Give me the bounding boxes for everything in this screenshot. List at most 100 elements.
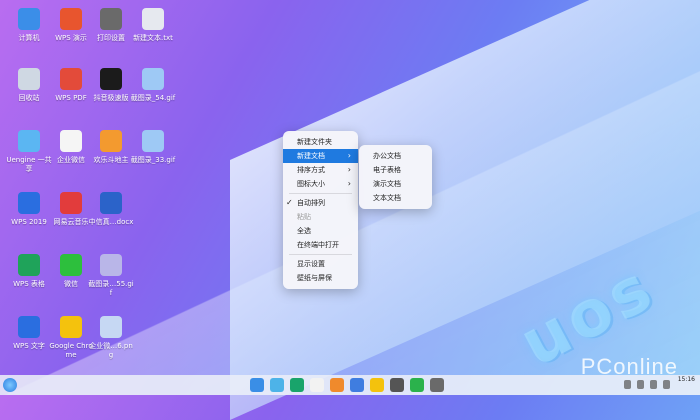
image-file-icon (142, 130, 164, 152)
docx-file-icon (100, 192, 122, 214)
context-menu-item[interactable]: 新建文档 › (283, 149, 358, 163)
tray-volume-icon[interactable] (637, 380, 644, 389)
chevron-right-icon: › (347, 179, 351, 188)
context-menu-item-label: 粘贴 (297, 213, 311, 221)
chrome-icon (60, 316, 82, 338)
context-menu-item-label: 新建文件夹 (297, 138, 332, 146)
game-icon (100, 130, 122, 152)
image-file-icon (142, 68, 164, 90)
desktop-icon-label: WPS 表格 (13, 280, 45, 288)
menu-separator (289, 193, 352, 194)
desktop-icon[interactable]: WPS 文字 (6, 316, 52, 351)
desktop-icon[interactable]: 截图录…55.gif (88, 254, 134, 298)
menu-separator (289, 254, 352, 255)
chevron-right-icon: › (347, 151, 351, 160)
tray-battery-icon[interactable] (650, 380, 657, 389)
settings-icon[interactable] (350, 378, 364, 392)
wps-presentation-icon (60, 8, 82, 30)
douyin-icon (100, 68, 122, 90)
context-menu-item-label: 图标大小 (297, 180, 325, 188)
desktop-icon[interactable]: 欢乐斗地主 (88, 130, 134, 165)
image-file-icon (100, 254, 122, 276)
desktop-icon[interactable]: 中信真…docx (88, 192, 134, 227)
new-document-submenu: 办公文档 电子表格 演示文档 文本文档 (359, 145, 432, 209)
app-store-icon[interactable] (330, 378, 344, 392)
computer-icon (18, 8, 40, 30)
desktop-icon-label: WPS 2019 (11, 218, 47, 226)
desktop-icon-label: 抖音极速版 (93, 94, 129, 102)
music-icon[interactable] (290, 378, 304, 392)
trash-icon (18, 68, 40, 90)
desktop-icon-label: WPS 文字 (13, 342, 45, 350)
taskbar: 15:16 (0, 375, 700, 395)
desktop-icon[interactable]: 新建文本.txt (130, 8, 176, 43)
desktop-icon[interactable]: 企业微…6.png (88, 316, 134, 360)
netease-music-icon (60, 192, 82, 214)
tray-input-method-icon[interactable] (663, 380, 670, 389)
desktop-icon[interactable]: 截图录_54.gif (130, 68, 176, 103)
context-menu-item-label: 新建文档 (297, 152, 325, 160)
chevron-right-icon: › (347, 165, 351, 174)
calendar-icon[interactable] (310, 378, 324, 392)
context-menu-item[interactable]: 图标大小 › (283, 177, 358, 191)
desktop-icon-label: 企业微…6.png (89, 342, 133, 359)
wechat-icon (60, 254, 82, 276)
desktop-icon-label: Uengine 一共享 (6, 156, 52, 173)
desktop-icon[interactable]: WPS 表格 (6, 254, 52, 289)
file-manager-icon[interactable] (250, 378, 264, 392)
search-icon[interactable] (430, 378, 444, 392)
desktop-icon-label: 计算机 (18, 34, 40, 42)
printer-icon (100, 8, 122, 30)
desktop-icon[interactable]: 打印设置 (88, 8, 134, 43)
context-menu-item[interactable]: 新建文件夹 (283, 135, 358, 149)
context-menu-item[interactable]: 全选 (283, 224, 358, 238)
wps-writer-icon (18, 316, 40, 338)
taskbar-apps (250, 378, 444, 392)
context-menu-item[interactable]: 在终端中打开 (283, 238, 358, 252)
desktop-context-menu: 新建文件夹新建文档 › 排序方式 › 图标大小 › 自动排列 ✓ 粘贴全选在终端中打开显示设置壁… (283, 131, 358, 289)
wecom-icon (60, 130, 82, 152)
photos-icon[interactable] (270, 378, 284, 392)
submenu-item[interactable]: 电子表格 (359, 163, 432, 177)
desktop-icon-label: 回收站 (18, 94, 40, 102)
desktop-icon[interactable]: 抖音极速版 (88, 68, 134, 103)
desktop-icon-label: 截图录…55.gif (88, 280, 134, 297)
desktop-icon[interactable]: 回收站 (6, 68, 52, 103)
checkmark-icon: ✓ (286, 198, 293, 207)
clock-time: 15:16 (677, 376, 695, 383)
tray-network-icon[interactable] (624, 380, 631, 389)
context-menu-item-label: 显示设置 (297, 260, 325, 268)
folder-icon (18, 130, 40, 152)
desktop-icon-label: 截图录_54.gif (130, 94, 176, 102)
launcher-icon[interactable] (3, 378, 17, 392)
desktop-icon[interactable]: Uengine 一共享 (6, 130, 52, 174)
wps-sheet-icon (18, 254, 40, 276)
context-menu-item-label: 排序方式 (297, 166, 325, 174)
desktop-icon-label: 新建文本.txt (133, 34, 173, 42)
context-menu-item: 粘贴 (283, 210, 358, 224)
submenu-item[interactable]: 办公文档 (359, 149, 432, 163)
context-menu-item[interactable]: 壁纸与屏保 (283, 271, 358, 285)
context-menu-item[interactable]: 排序方式 › (283, 163, 358, 177)
wps-pdf-icon (60, 68, 82, 90)
printer-icon[interactable] (390, 378, 404, 392)
context-menu-item-label: 自动排列 (297, 199, 325, 207)
submenu-item[interactable]: 文本文档 (359, 191, 432, 205)
submenu-item[interactable]: 演示文档 (359, 177, 432, 191)
context-menu-item-label: 壁纸与屏保 (297, 274, 332, 282)
desktop-icon-label: 中信真…docx (88, 218, 134, 226)
image-file-icon (100, 316, 122, 338)
screenshot-icon[interactable] (410, 378, 424, 392)
desktop-icon-label: 欢乐斗地主 (93, 156, 129, 164)
context-menu-item-label: 全选 (297, 227, 311, 235)
desktop-icon-label: 打印设置 (97, 34, 125, 42)
desktop-icon-label: 截图录_33.gif (130, 156, 176, 164)
context-menu-item[interactable]: 自动排列 ✓ (283, 196, 358, 210)
desktop-icon[interactable]: 计算机 (6, 8, 52, 43)
taskbar-clock[interactable]: 15:16 (678, 376, 695, 384)
desktop-icon[interactable]: WPS 2019 (6, 192, 52, 227)
chrome-icon[interactable] (370, 378, 384, 392)
desktop-icon[interactable]: 截图录_33.gif (130, 130, 176, 165)
system-tray (624, 380, 670, 389)
context-menu-item[interactable]: 显示设置 (283, 257, 358, 271)
